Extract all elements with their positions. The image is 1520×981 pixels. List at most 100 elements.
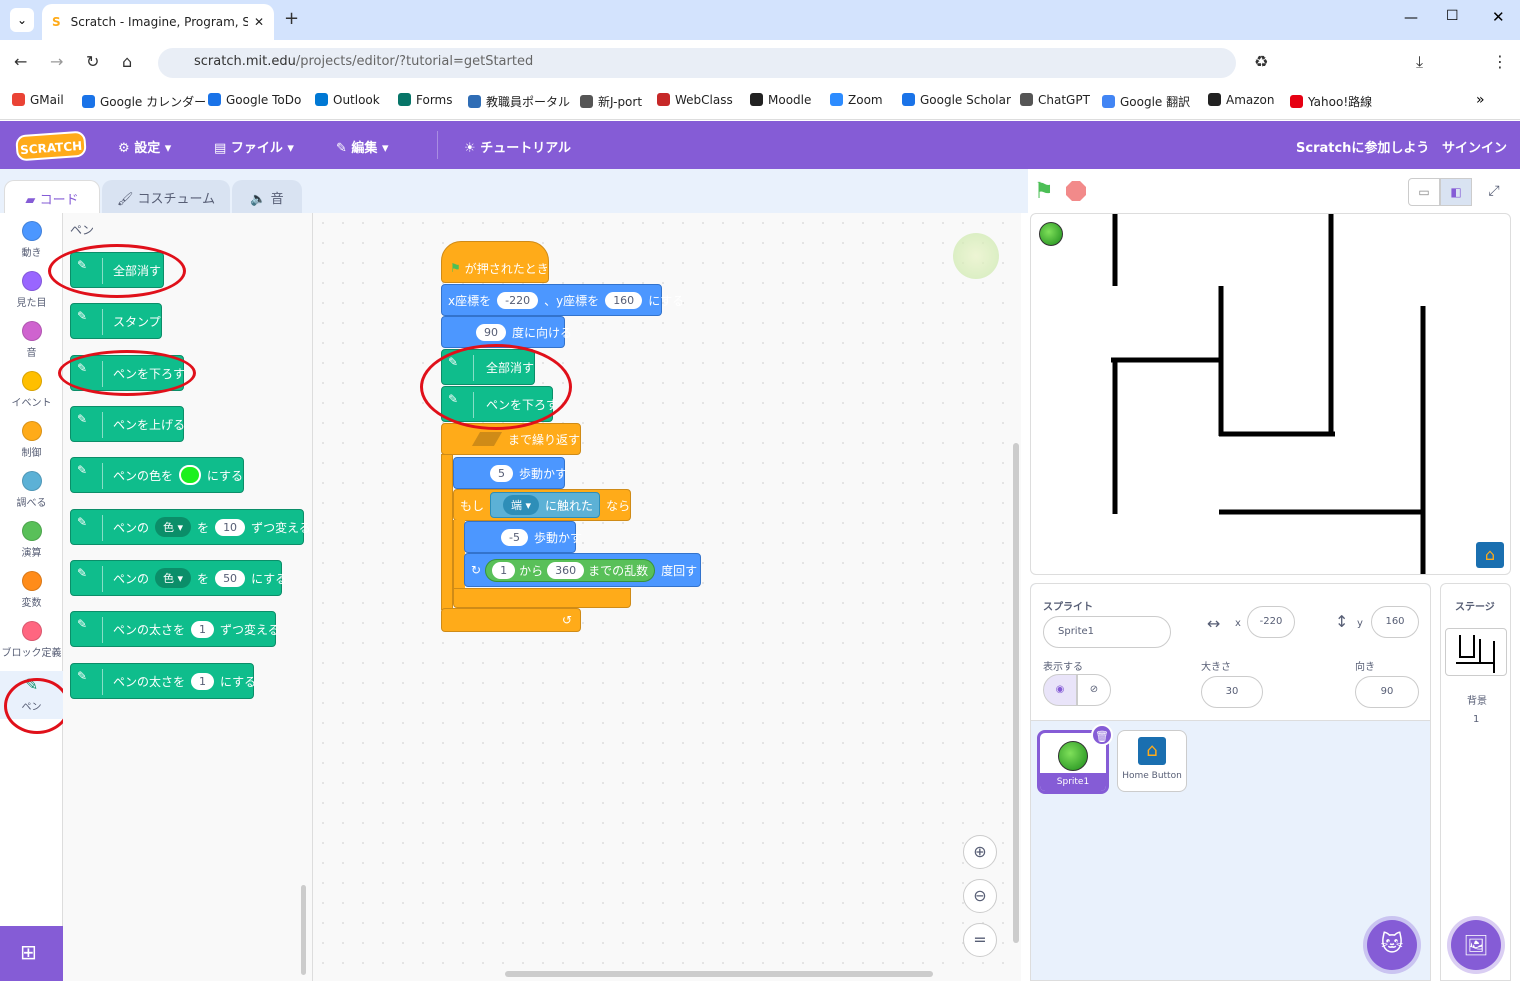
normal-stage-button[interactable]: ◧ xyxy=(1440,178,1472,206)
value-input[interactable]: 1 xyxy=(191,672,215,690)
green-flag-button[interactable]: ⚑ xyxy=(1034,179,1054,204)
stage-selector[interactable]: ステージ 背景 1 🖼 xyxy=(1440,583,1511,981)
bookmark-item[interactable]: Google ToDo xyxy=(208,93,301,107)
param-dropdown[interactable]: 色 ▾ xyxy=(155,568,192,588)
home-button-sprite[interactable]: ⌂ xyxy=(1476,542,1504,568)
category-item[interactable]: 制御 xyxy=(0,421,63,459)
back-icon[interactable]: ← xyxy=(14,52,27,71)
touch-dropdown[interactable]: 端 ▾ xyxy=(503,495,540,515)
show-visible-button[interactable]: ◉ xyxy=(1043,674,1077,706)
bookmark-item[interactable]: Zoom xyxy=(830,93,883,107)
bookmark-item[interactable]: Forms xyxy=(398,93,452,107)
sprite-name-input[interactable]: Sprite1 xyxy=(1043,616,1171,648)
category-item[interactable]: ブロック定義 xyxy=(0,621,63,659)
block-change-pen-size[interactable]: ✎ ペンの太さを 1 ずつ変える xyxy=(70,611,280,647)
block-goto-xy[interactable]: x座標を -220 、y座標を 160 にする xyxy=(441,284,684,316)
tab-sound[interactable]: 🔈 音 xyxy=(232,180,302,214)
steps-input[interactable]: 5 xyxy=(490,464,513,482)
menu-icon[interactable]: ⋮ xyxy=(1492,52,1508,71)
file-menu[interactable]: ▤ ファイル ▾ xyxy=(214,137,294,156)
bookmark-item[interactable]: Outlook xyxy=(315,93,380,107)
block-stamp[interactable]: ✎ スタンプ xyxy=(70,303,162,339)
y-input[interactable]: 160 xyxy=(1371,606,1419,638)
category-item[interactable]: 調べる xyxy=(0,471,63,509)
sprite-on-stage[interactable] xyxy=(1039,222,1063,246)
value-input[interactable]: 1 xyxy=(191,620,215,638)
stage-canvas[interactable]: ⌂ xyxy=(1030,213,1511,575)
category-item[interactable]: 動き xyxy=(0,221,63,259)
add-backdrop-button[interactable]: 🖼 xyxy=(1451,920,1501,970)
address-bar[interactable]: scratch.mit.edu/projects/editor/?tutoria… xyxy=(158,48,1236,78)
bookmark-item[interactable]: Yahoo!路線 xyxy=(1290,93,1372,110)
category-item[interactable]: 音 xyxy=(0,321,63,359)
zoom-in-button[interactable]: ⊕ xyxy=(963,835,997,869)
bookmark-item[interactable]: GMail xyxy=(12,93,64,107)
join-link[interactable]: Scratchに参加しよう xyxy=(1296,137,1429,156)
bookmark-item[interactable]: WebClass xyxy=(657,93,733,107)
condition-slot[interactable] xyxy=(471,432,503,446)
x-input[interactable]: -220 xyxy=(497,291,539,309)
new-tab-button[interactable]: + xyxy=(284,8,299,29)
bookmark-item[interactable]: 教職員ポータル xyxy=(468,93,570,110)
random-from-input[interactable]: 1 xyxy=(492,561,516,579)
tab-code[interactable]: ▰ コード xyxy=(4,180,100,214)
tutorial-menu[interactable]: ☀ チュートリアル xyxy=(464,137,571,156)
bookmark-item[interactable]: Amazon xyxy=(1208,93,1275,107)
size-input[interactable]: 30 xyxy=(1201,676,1263,708)
category-item[interactable]: 変数 xyxy=(0,571,63,609)
category-item[interactable]: イベント xyxy=(0,371,63,409)
scratch-logo[interactable]: SCRATCH xyxy=(15,130,87,162)
delete-sprite-icon[interactable]: 🗑 xyxy=(1091,724,1113,746)
zoom-out-button[interactable]: ⊖ xyxy=(963,879,997,913)
script-vscrollbar[interactable] xyxy=(1013,443,1019,943)
bookmark-item[interactable]: Google 翻訳 xyxy=(1102,93,1190,110)
extensions-icon[interactable]: ♻ xyxy=(1254,52,1268,71)
home-icon[interactable]: ⌂ xyxy=(122,52,132,71)
bookmark-item[interactable]: ChatGPT xyxy=(1020,93,1090,107)
close-window-button[interactable]: ✕ xyxy=(1492,8,1505,26)
minimize-button[interactable]: — xyxy=(1404,10,1418,26)
tab-list-button[interactable]: ⌄ xyxy=(10,8,34,32)
edit-menu[interactable]: ✎ 編集 ▾ xyxy=(336,137,389,156)
bookmark-item[interactable]: Google Scholar xyxy=(902,93,1011,107)
sprite-thumb-home[interactable]: ⌂ Home Button xyxy=(1117,730,1187,792)
browser-tab[interactable]: S Scratch - Imagine, Program, Sha ✕ xyxy=(42,4,274,40)
zoom-reset-button[interactable]: = xyxy=(963,923,997,957)
add-extension-button[interactable]: ⊞ xyxy=(0,926,63,981)
fullscreen-button[interactable]: ⤢ xyxy=(1478,178,1510,206)
block-move-steps-2[interactable]: -5 歩動かす xyxy=(464,521,582,553)
bookmark-item[interactable]: 新J-port xyxy=(580,93,642,110)
block-when-flag-clicked[interactable]: ⚑ が押されたとき xyxy=(441,241,549,283)
settings-menu[interactable]: ⚙ 設定 ▾ xyxy=(118,137,171,156)
random-to-input[interactable]: 360 xyxy=(547,561,585,579)
random-block[interactable]: 1 から 360 までの乱数 xyxy=(485,558,656,582)
block-change-pen-param[interactable]: ✎ ペンの色 ▾ を 10 ずつ変える xyxy=(70,509,311,545)
steps-input[interactable]: -5 xyxy=(501,528,528,546)
script-area[interactable]: ⊕ ⊖ = xyxy=(313,213,1021,981)
color-swatch[interactable] xyxy=(179,465,201,485)
block-move-steps[interactable]: 5 歩動かす xyxy=(453,457,567,489)
bookmark-item[interactable]: Moodle xyxy=(750,93,811,107)
block-pen-up[interactable]: ✎ ペンを上げる xyxy=(70,406,185,442)
maximize-button[interactable]: ☐ xyxy=(1446,8,1459,24)
block-turn-random[interactable]: ↻ 1 から 360 までの乱数 度回す xyxy=(464,553,701,587)
stage-thumbnail[interactable] xyxy=(1445,628,1507,676)
reload-icon[interactable]: ↻ xyxy=(86,52,99,71)
add-sprite-button[interactable]: 🐱 xyxy=(1367,920,1417,970)
bookmarks-overflow-icon[interactable]: » xyxy=(1476,92,1485,108)
y-input[interactable]: 160 xyxy=(605,291,643,309)
block-set-pen-param[interactable]: ✎ ペンの色 ▾ を 50 にする xyxy=(70,560,287,596)
stop-button[interactable] xyxy=(1066,181,1086,201)
value-input[interactable]: 50 xyxy=(215,569,246,587)
block-set-pen-color[interactable]: ✎ ペンの色を にする xyxy=(70,457,244,493)
tab-close-icon[interactable]: ✕ xyxy=(254,15,264,29)
value-input[interactable]: 10 xyxy=(215,518,246,536)
x-input[interactable]: -220 xyxy=(1247,606,1295,638)
script-hscrollbar[interactable] xyxy=(505,971,933,977)
small-stage-button[interactable]: ▭ xyxy=(1408,178,1440,206)
touching-block[interactable]: 端 ▾ に触れた xyxy=(490,492,601,518)
param-dropdown[interactable]: 色 ▾ xyxy=(155,517,192,537)
direction-input[interactable]: 90 xyxy=(1355,676,1419,708)
bookmark-item[interactable]: Google カレンダー xyxy=(82,93,206,110)
block-if[interactable]: もし 端 ▾ に触れた なら xyxy=(453,489,631,521)
